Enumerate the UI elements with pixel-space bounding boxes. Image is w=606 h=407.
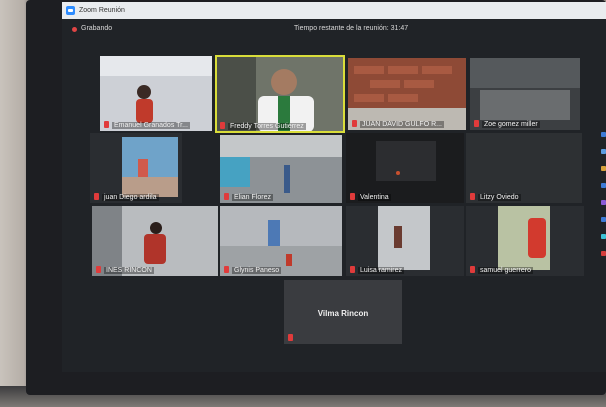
muted-mic-icon [220,122,225,129]
monitor-screen: Zoom Reunión Grabando Tiempo restante de… [62,2,606,372]
muted-mic-icon [350,193,355,200]
participant-video [220,206,342,276]
participant-video [466,206,584,276]
zoom-logo-icon [66,6,75,15]
muted-mic-icon [94,193,99,200]
muted-mic-icon [96,266,101,273]
muted-mic-icon [288,334,293,341]
muted-mic-icon [104,121,109,128]
participant-tile[interactable]: Valentina [346,133,464,203]
participant-video [346,206,464,276]
participant-tile[interactable]: Glynis Paneso [220,206,342,276]
window-title: Zoom Reunión [79,7,125,14]
participant-video [348,58,466,130]
participant-name: Valentina [358,194,391,201]
participant-name: Vilma Rincon [317,308,369,318]
participant-tile[interactable]: Litzy Oviedo [466,133,582,203]
muted-mic-icon [224,193,229,200]
participant-name: samuel guerrero [478,267,533,274]
muted-mic-icon [474,120,479,127]
participant-name: Litzy Oviedo [478,194,521,201]
participant-video [466,133,582,203]
participant-video [220,135,342,203]
muted-mic-icon [350,266,355,273]
participant-tile-active-speaker[interactable]: Freddy Torres Gutiérrez [215,55,345,133]
participant-name: Zoe gomez miller [482,121,540,128]
participant-video [92,206,218,276]
participant-tile[interactable]: samuel guerrero [466,206,584,276]
participant-tile[interactable]: Vilma Rincon [284,280,402,344]
participant-tile[interactable]: Zoe gomez miller [470,58,580,130]
participant-name: juan Diego ardila [102,194,159,201]
participant-name: Luisa ramirez [358,267,405,274]
participant-video [90,133,182,203]
participant-name: INES RINCON [104,267,154,274]
participant-tile[interactable]: juan Diego ardila [90,133,182,203]
participant-tile[interactable]: Elian Florez [220,135,342,203]
participant-video [346,133,464,203]
participant-tile[interactable]: Luisa ramirez [346,206,464,276]
muted-mic-icon [470,266,475,273]
window-titlebar: Zoom Reunión [62,2,606,19]
participant-name: Emanuel Granados Tr... [112,122,190,129]
muted-mic-icon [470,193,475,200]
participant-tile[interactable]: INES RINCON [92,206,218,276]
participant-video [100,56,212,131]
time-remaining-label: Tiempo restante de la reunión: 31:47 [294,25,409,32]
participant-video [216,56,344,132]
participant-video [470,58,580,130]
participant-name: Freddy Torres Gutiérrez [228,123,306,130]
participant-name: Glynis Paneso [232,267,282,274]
recording-icon [72,27,77,32]
participant-name: JUAN DAVID GULFO R... [360,121,444,128]
muted-mic-icon [224,266,229,273]
muted-mic-icon [352,120,357,127]
recording-label: Grabando [81,25,113,32]
participant-name: Elian Florez [232,194,273,201]
side-panel-icons [600,132,606,332]
participant-tile[interactable]: Emanuel Granados Tr... [100,56,212,131]
meeting-info-bar: Grabando Tiempo restante de la reunión: … [62,19,606,43]
participant-tile[interactable]: JUAN DAVID GULFO R... [348,58,466,130]
